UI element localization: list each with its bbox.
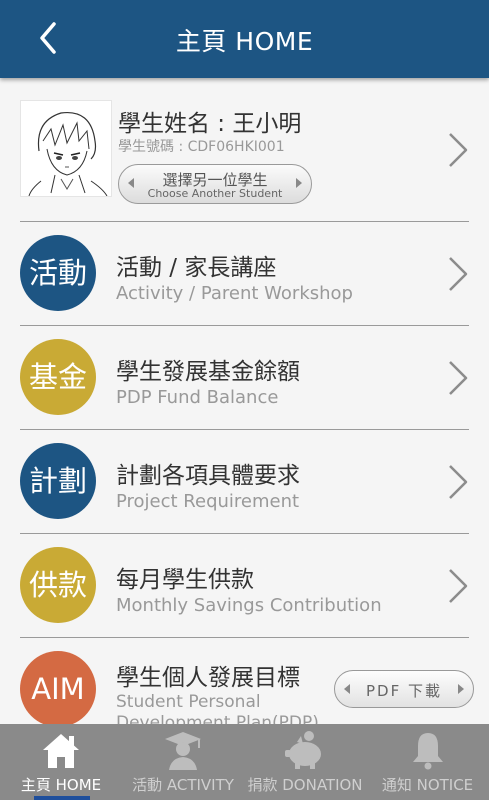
menu-item-subtitle: Project Requirement: [116, 491, 300, 512]
choose-label-en: Choose Another Student: [147, 187, 283, 200]
menu-item-aim[interactable]: AIM 學生個人發展目標 Student Personal Developmen…: [20, 638, 474, 724]
activity-badge: 活動: [20, 235, 96, 311]
student-id: 學生號碼 : CDF06HKI001: [118, 139, 285, 155]
menu-item-monthly-contribution[interactable]: 供款 每月學生供款 Monthly Savings Contribution: [20, 534, 469, 638]
menu-item-subtitle: PDP Fund Balance: [116, 387, 279, 408]
menu-item-project-requirement[interactable]: 計劃 計劃各項具體要求 Project Requirement: [20, 430, 469, 534]
piggy-bank-icon: [285, 731, 321, 769]
menu-item-fund-balance[interactable]: 基金 學生發展基金餘額 PDP Fund Balance: [20, 326, 469, 430]
chevron-right-icon: [449, 569, 468, 603]
tab-label: 捐款 DONATION: [247, 776, 363, 794]
tab-activity[interactable]: 活動 ACTIVITY: [122, 724, 244, 800]
home-icon: [43, 734, 79, 768]
menu-item-title: 學生發展基金餘額: [116, 359, 300, 385]
fund-badge: 基金: [20, 339, 96, 415]
student-card[interactable]: 學生姓名 : 王小明 學生號碼 : CDF06HKI001 選擇另一位學生 Ch…: [20, 78, 469, 222]
aim-badge: AIM: [20, 651, 96, 724]
tab-donation[interactable]: 捐款 DONATION: [244, 724, 366, 800]
app-header: 主頁 HOME: [0, 0, 489, 78]
student-name: 學生姓名 : 王小明: [118, 111, 302, 137]
chevron-right-icon: [449, 465, 468, 499]
student-portrait-icon: [28, 111, 108, 197]
chevron-right-icon: [449, 361, 468, 395]
menu-item-subtitle: Development Plan(PDP): [116, 713, 319, 724]
tab-label: 主頁 HOME: [20, 776, 102, 794]
menu-item-title: 學生個人發展目標: [116, 665, 300, 691]
menu-item-title: 每月學生供款: [116, 567, 254, 593]
menu-item-subtitle: Monthly Savings Contribution: [116, 595, 382, 616]
pdf-download-label: PDF 下載: [366, 682, 442, 700]
tab-home[interactable]: 主頁 HOME: [0, 724, 122, 800]
choose-another-student-button[interactable]: 選擇另一位學生 Choose Another Student: [118, 164, 312, 204]
menu-item-subtitle: Activity / Parent Workshop: [116, 283, 353, 304]
page-title: 主頁 HOME: [175, 27, 314, 56]
menu-item-title: 活動 / 家長講座: [116, 255, 277, 281]
contribution-badge: 供款: [20, 547, 96, 623]
graduate-icon: [165, 732, 201, 770]
active-tab-indicator: [34, 796, 90, 800]
chevron-right-icon: [449, 257, 468, 291]
tab-notice[interactable]: 通知 NOTICE: [366, 724, 489, 800]
pdf-download-button[interactable]: PDF 下載: [334, 670, 474, 708]
tab-label: 活動 ACTIVITY: [132, 776, 234, 794]
menu-item-title: 計劃各項具體要求: [116, 463, 300, 489]
avatar: [20, 100, 112, 197]
menu-item-subtitle: Student Personal: [116, 692, 261, 712]
main-list: 學生姓名 : 王小明 學生號碼 : CDF06HKI001 選擇另一位學生 Ch…: [0, 78, 489, 724]
project-badge: 計劃: [20, 443, 96, 519]
bottom-tab-bar: 主頁 HOME 活動 ACTIVITY 捐款 DONATION 通知 NOTIC…: [0, 724, 489, 800]
chevron-right-icon[interactable]: [447, 130, 469, 170]
bell-icon: [412, 733, 443, 770]
tab-label: 通知 NOTICE: [381, 776, 474, 794]
menu-item-activity[interactable]: 活動 活動 / 家長講座 Activity / Parent Workshop: [20, 222, 469, 326]
